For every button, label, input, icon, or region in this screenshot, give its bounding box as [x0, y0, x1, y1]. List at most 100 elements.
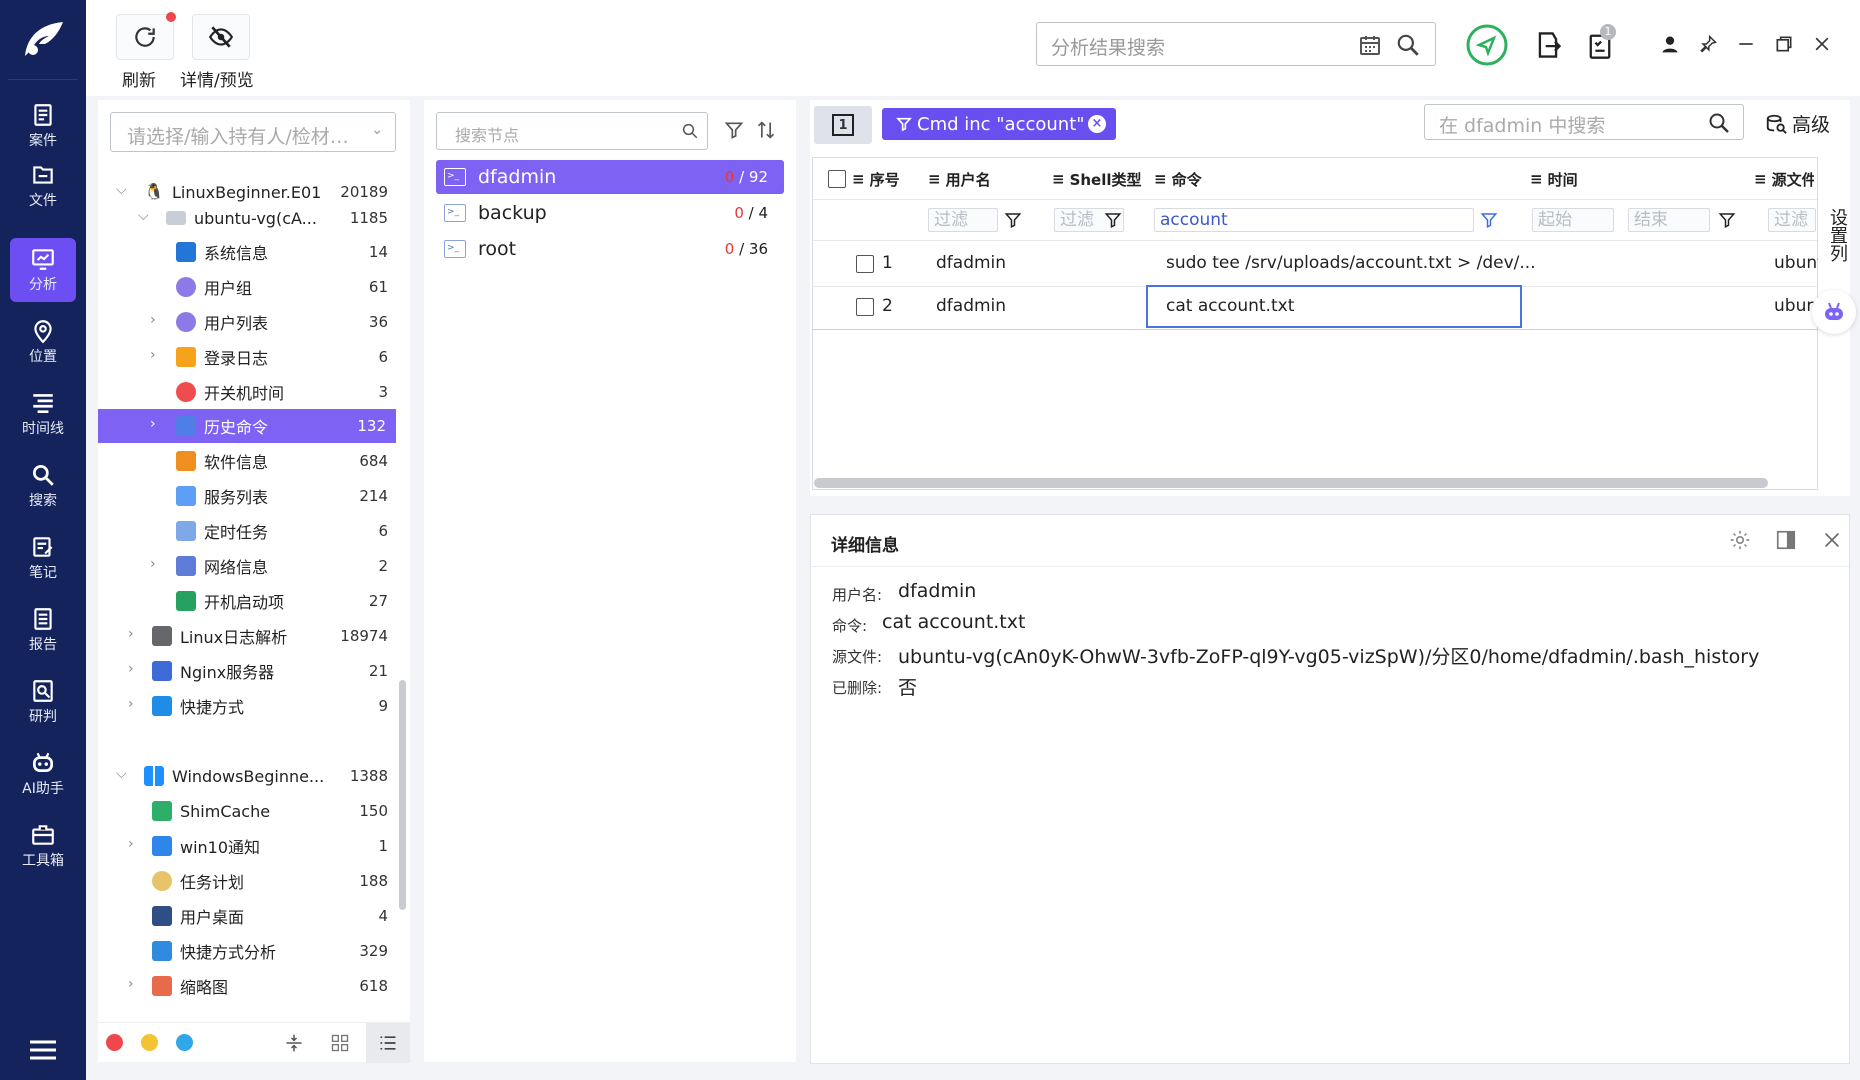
col-index[interactable]: ≡ 序号: [852, 159, 900, 199]
active-filter-tag[interactable]: Cmd inc "account" ×: [882, 108, 1116, 140]
column-settings-tab[interactable]: 设置列: [1818, 180, 1848, 280]
tree-item[interactable]: › win10通知 1: [98, 829, 398, 863]
chevron-right-icon[interactable]: ›: [128, 661, 134, 677]
filter-icon[interactable]: [724, 120, 744, 140]
list-view-button[interactable]: [366, 1023, 410, 1063]
nav-toolbox[interactable]: 工具箱: [10, 814, 76, 878]
advanced-search-button[interactable]: 高级: [1764, 110, 1830, 137]
tree-item[interactable]: 快捷方式分析 329: [98, 934, 398, 968]
tree-item[interactable]: › Nginx服务器 21: [98, 654, 398, 688]
tree-scrollbar[interactable]: [399, 680, 406, 910]
horizontal-scrollbar[interactable]: [814, 478, 1768, 488]
node-item[interactable]: >_ backup 0 / 4: [436, 196, 784, 230]
tree-item[interactable]: ⌵ WindowsBeginne... 1388: [98, 759, 398, 793]
nav-ai-assistant[interactable]: AI助手: [10, 742, 76, 806]
blue-dot[interactable]: [176, 1034, 193, 1051]
chevron-right-icon[interactable]: ›: [150, 347, 156, 363]
chevron-down-icon[interactable]: ⌵: [138, 208, 149, 224]
sort-icon[interactable]: [756, 120, 776, 140]
tree-item[interactable]: 任务计划 188: [98, 864, 398, 898]
filter-icon[interactable]: [1104, 210, 1122, 230]
tree-item[interactable]: 用户桌面 4: [98, 899, 398, 933]
nav-search[interactable]: 搜索: [10, 454, 76, 518]
tree-item[interactable]: › 快捷方式 9: [98, 689, 398, 723]
ai-assistant-float-button[interactable]: [1812, 290, 1856, 334]
hamburger-menu-icon[interactable]: [28, 1038, 58, 1062]
remove-filter-icon[interactable]: ×: [1088, 115, 1106, 133]
chevron-right-icon[interactable]: ›: [150, 416, 156, 432]
tree-item[interactable]: › 网络信息 2: [98, 549, 398, 583]
nav-analysis[interactable]: 分析: [10, 238, 76, 302]
row-checkbox[interactable]: [856, 298, 874, 316]
restore-icon[interactable]: [1774, 34, 1794, 54]
source-filter-input[interactable]: 过滤: [1768, 208, 1816, 232]
settings-gear-icon[interactable]: [1729, 529, 1751, 551]
filter-active-icon[interactable]: [1480, 210, 1498, 230]
grid-view-icon[interactable]: [330, 1033, 350, 1053]
filter-icon[interactable]: [1004, 210, 1022, 230]
tree-item[interactable]: › 历史命令 132: [98, 409, 396, 443]
user-icon[interactable]: [1660, 34, 1680, 54]
user-filter-input[interactable]: 过滤: [928, 208, 998, 232]
nav-timeline[interactable]: 时间线: [10, 382, 76, 446]
nav-case[interactable]: 案件: [10, 94, 76, 158]
detail-preview-button[interactable]: [192, 14, 250, 60]
chevron-right-icon[interactable]: ›: [150, 556, 156, 572]
col-source[interactable]: ≡ 源文件: [1754, 159, 1814, 199]
pin-icon[interactable]: [1698, 34, 1718, 54]
chevron-right-icon[interactable]: ›: [150, 312, 156, 328]
tree-item[interactable]: › 用户列表 36: [98, 305, 398, 339]
close-icon[interactable]: [1812, 34, 1832, 54]
nav-files[interactable]: 文件: [10, 154, 76, 218]
nav-notes[interactable]: 笔记: [10, 526, 76, 590]
refresh-button[interactable]: [116, 12, 176, 60]
chevron-right-icon[interactable]: ›: [128, 836, 134, 852]
tree-item[interactable]: › 缩略图 618: [98, 969, 398, 1003]
filter-icon[interactable]: [1718, 210, 1736, 230]
node-search-input[interactable]: 搜索节点: [436, 112, 708, 150]
time-end-input[interactable]: 结束: [1628, 208, 1710, 232]
tree-item[interactable]: ShimCache 150: [98, 794, 398, 828]
node-item[interactable]: >_ root 0 / 36: [436, 232, 784, 266]
tree-item[interactable]: › 登录日志 6: [98, 340, 398, 374]
send-status-icon[interactable]: [1464, 22, 1510, 68]
chevron-right-icon[interactable]: ›: [128, 696, 134, 712]
col-shell[interactable]: ≡ Shell类型: [1052, 159, 1142, 199]
col-user[interactable]: ≡ 用户名: [928, 159, 991, 199]
search-icon[interactable]: [1395, 32, 1421, 58]
node-item[interactable]: >_ dfadmin 0 / 92: [436, 160, 784, 194]
select-all-checkbox[interactable]: [828, 170, 846, 188]
tree-item[interactable]: 开机启动项 27: [98, 584, 398, 618]
tree-item[interactable]: 软件信息 684: [98, 444, 398, 478]
nav-judge[interactable]: 研判: [10, 670, 76, 734]
result-search-input[interactable]: 分析结果搜索: [1036, 22, 1436, 66]
tree-item[interactable]: › Linux日志解析 18974: [98, 619, 398, 653]
time-start-input[interactable]: 起始: [1532, 208, 1614, 232]
command-filter-input[interactable]: account: [1154, 208, 1474, 232]
tree-item[interactable]: 系统信息 14: [98, 235, 398, 269]
col-time[interactable]: ≡ 时间: [1530, 159, 1578, 199]
table-row[interactable]: 1 dfadmin sudo tee /srv/uploads/account.tx…: [812, 241, 1818, 287]
calendar-icon[interactable]: [1357, 33, 1383, 57]
row-checkbox[interactable]: [856, 255, 874, 273]
close-icon[interactable]: [1821, 529, 1843, 551]
export-icon[interactable]: [1534, 30, 1562, 60]
grid-search-input[interactable]: 在 dfadmin 中搜索: [1424, 104, 1744, 140]
chevron-down-icon[interactable]: ⌵: [116, 182, 127, 198]
tree-item[interactable]: 开关机时间 3: [98, 375, 398, 409]
tree-item[interactable]: 定时任务 6: [98, 514, 398, 548]
chevron-down-icon[interactable]: ⌵: [116, 766, 127, 782]
red-dot[interactable]: [106, 1034, 123, 1051]
tree-item[interactable]: 服务列表 214: [98, 479, 398, 513]
nav-report[interactable]: 报告: [10, 598, 76, 662]
panel-toggle-button[interactable]: 1: [814, 106, 872, 144]
tree-item[interactable]: ⌵ ubuntu-vg(cA... 1185: [98, 201, 398, 235]
minimize-icon[interactable]: [1736, 34, 1756, 54]
col-command[interactable]: ≡ 命令: [1154, 159, 1202, 199]
chevron-right-icon[interactable]: ›: [128, 626, 134, 642]
tree-item[interactable]: 用户组 61: [98, 270, 398, 304]
yellow-dot[interactable]: [141, 1034, 158, 1051]
chevron-right-icon[interactable]: ›: [128, 976, 134, 992]
split-view-icon[interactable]: [1775, 529, 1797, 551]
nav-location[interactable]: 位置: [10, 310, 76, 374]
